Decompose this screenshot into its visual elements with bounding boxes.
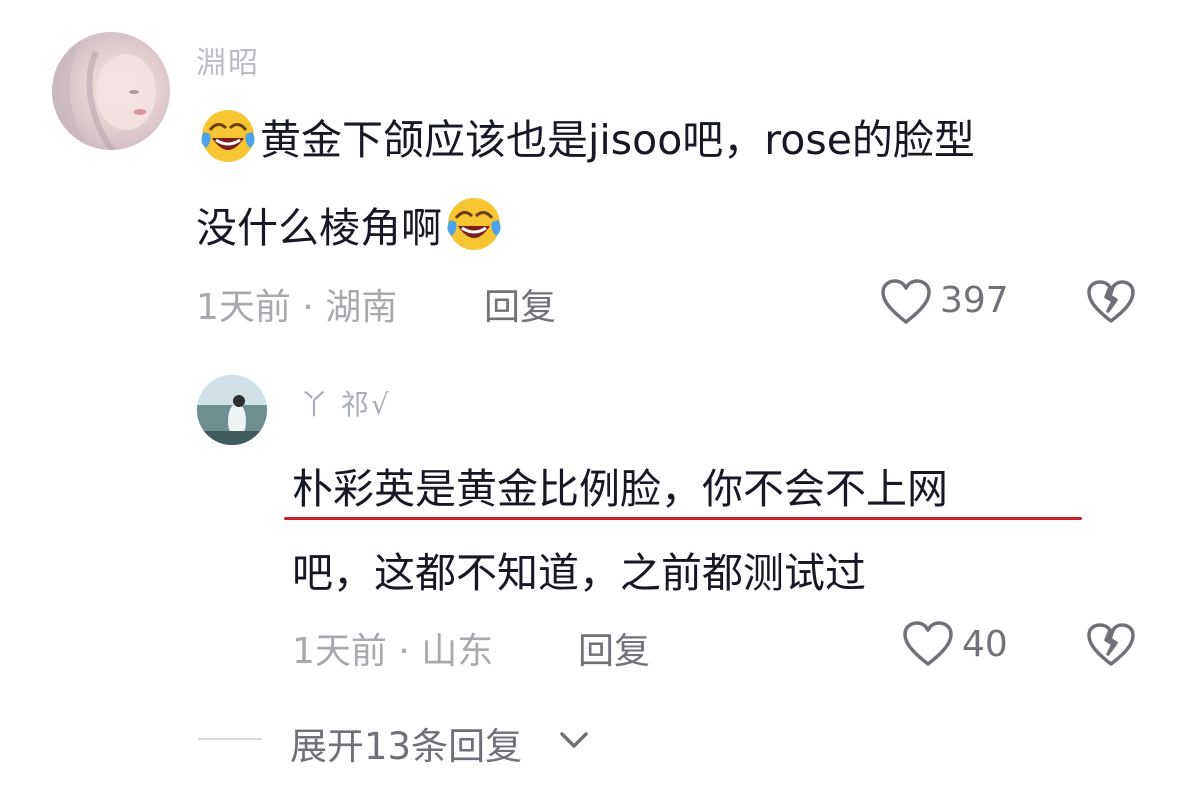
comment-text-line1: 黄金下颌应该也是jisoo吧，rose的脸型	[260, 116, 975, 164]
comment-username[interactable]: 淵昭	[196, 38, 260, 82]
chevron-down-icon[interactable]	[556, 726, 592, 754]
comment-text-continued: 没什么棱角啊	[196, 196, 506, 259]
comment-text: 黄金下颌应该也是jisoo吧，rose的脸型	[196, 108, 975, 171]
face-with-tears-of-joy-icon	[446, 196, 502, 252]
highlight-underline	[284, 517, 1082, 520]
reply-text-line1: 朴彩英是黄金比例脸，你不会不上网	[292, 465, 948, 513]
like-count: 40	[962, 624, 1008, 665]
comment-meta: 1天前 · 湖南	[196, 287, 398, 328]
reply-button[interactable]: 回复	[484, 278, 556, 330]
expand-divider	[198, 738, 262, 740]
heart-outline-icon[interactable]	[880, 278, 932, 326]
reply-username[interactable]: 丫 祁√	[300, 383, 391, 423]
face-with-tears-of-joy-icon	[200, 108, 256, 164]
broken-heart-icon[interactable]	[1086, 622, 1136, 668]
heart-outline-icon[interactable]	[902, 620, 954, 668]
reply-text-line2: 吧，这都不知道，之前都测试过	[292, 549, 866, 597]
reply-button[interactable]: 回复	[578, 622, 650, 674]
avatar[interactable]	[52, 32, 170, 150]
expand-replies-button[interactable]: 展开13条回复	[290, 716, 522, 770]
broken-heart-icon[interactable]	[1086, 279, 1136, 325]
like-count: 397	[940, 280, 1009, 321]
comment-text-line2: 没什么棱角啊	[196, 204, 442, 252]
reply-meta: 1天前 · 山东	[292, 631, 494, 672]
reply-avatar[interactable]	[197, 375, 267, 445]
